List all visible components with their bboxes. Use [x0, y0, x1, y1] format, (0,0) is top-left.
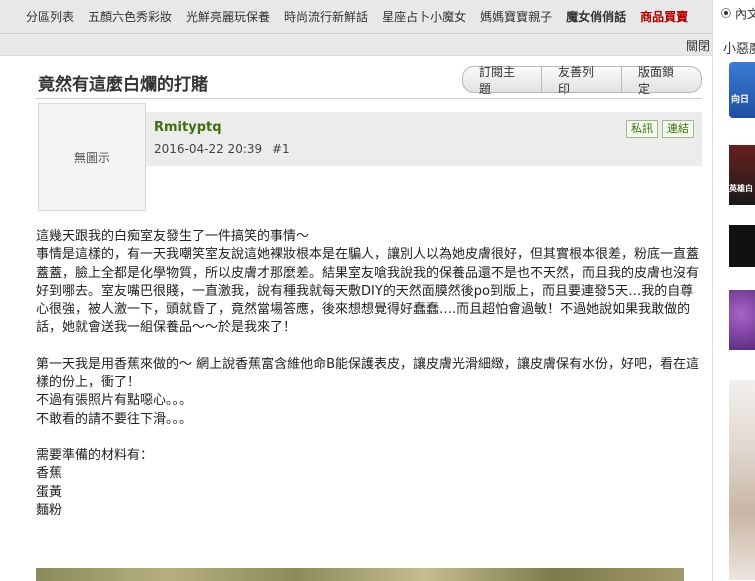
close-bar: 關閉 — [0, 34, 712, 56]
sidebar-header: 小惡魔 — [723, 42, 755, 57]
nav-item-astrology[interactable]: 星座占卜小魔女 — [382, 8, 466, 25]
post-meta: 2016-04-22 20:39 #1 — [154, 142, 296, 156]
post-floor: #1 — [271, 142, 290, 156]
subscribe-button[interactable]: 訂閱主題 — [462, 65, 542, 96]
ad-banner[interactable] — [729, 380, 755, 580]
nav-item-gossip[interactable]: 魔女俏俏話 — [566, 8, 626, 25]
category-nav: 分區列表 五顏六色秀彩妝 光鮮亮麗玩保養 時尚流行新鮮話 星座占卜小魔女 媽媽寶… — [0, 0, 712, 34]
post-paragraph: 第一天我是用香蕉來做的～ 網上說香蕉富含維他命B能保護表皮，讓皮膚光滑細緻，讓皮… — [36, 356, 700, 391]
avatar: 無圖示 — [38, 103, 146, 211]
topic-actions: 訂閱主題 友善列印 版面鎖定 — [462, 65, 702, 96]
post-paragraph: 麵粉 — [36, 502, 63, 518]
print-button[interactable]: 友善列印 — [542, 65, 622, 96]
post-container: 竟然有這麼白爛的打賭 訂閱主題 友善列印 版面鎖定 無圖示 Rmityptq 2… — [26, 56, 712, 581]
nav-item-sections[interactable]: 分區列表 — [26, 8, 74, 25]
post-paragraph: 香蕉 — [36, 466, 63, 482]
ad-banner[interactable]: 英雄白 — [729, 145, 755, 205]
nav-item-parenting[interactable]: 媽媽寶寶親子 — [480, 8, 552, 25]
ad-banner[interactable] — [729, 225, 755, 267]
post-date: 2016-04-22 20:39 — [154, 142, 263, 156]
nav-item-fashion[interactable]: 時尚流行新鮮話 — [284, 8, 368, 25]
permalink-button[interactable]: 連結 — [662, 120, 694, 138]
post-paragraph: 事情是這樣的，有一天我嘲笑室友說這她裸妝根本是在騙人，讓別人以為她皮膚很好，但其… — [36, 247, 700, 336]
right-sidebar: 內文 小惡魔 向日 英雄白 — [712, 0, 755, 581]
ad-label: 英雄白 — [729, 184, 753, 193]
avatar-placeholder-text: 無圖示 — [73, 150, 110, 165]
private-message-button[interactable]: 私訊 — [626, 120, 658, 138]
post-paragraph: 這幾天跟我的白痴室友發生了一件搞笑的事情～ — [36, 229, 310, 244]
post-paragraph: 不過有張照片有點噁心。。。 — [36, 393, 193, 409]
ad-label: 向日 — [731, 95, 750, 105]
author-name[interactable]: Rmityptq — [154, 120, 222, 135]
ad-banner[interactable] — [729, 290, 755, 350]
post-photo — [36, 568, 684, 581]
nav-item-marketplace[interactable]: 商品買賣 — [640, 8, 688, 25]
radio-button[interactable] — [721, 8, 731, 18]
nav-item-makeup[interactable]: 五顏六色秀彩妝 — [88, 8, 172, 25]
title-divider — [36, 98, 702, 99]
author-bar: Rmityptq 2016-04-22 20:39 #1 私訊 連結 — [146, 112, 702, 166]
post-paragraph: 蛋黃 — [36, 484, 63, 500]
post-paragraph: 需要準備的材料有： — [36, 447, 154, 463]
ad-banner[interactable]: 向日 — [729, 62, 755, 118]
nav-item-skincare[interactable]: 光鮮亮麗玩保養 — [186, 8, 270, 25]
author-actions: 私訊 連結 — [626, 120, 694, 138]
lock-layout-button[interactable]: 版面鎖定 — [622, 65, 702, 96]
post-content: 這幾天跟我的白痴室友發生了一件搞笑的事情～ 事情是這樣的，有一天我嘲笑室友說這她… — [36, 228, 706, 520]
title-row: 竟然有這麼白爛的打賭 訂閱主題 友善列印 版面鎖定 — [36, 60, 702, 98]
radio-label: 內文 — [735, 7, 755, 21]
post-paragraph: 不敢看的請不要往下滑。。。 — [36, 411, 193, 427]
close-link[interactable]: 關閉 — [686, 37, 710, 54]
post-title: 竟然有這麼白爛的打賭 — [38, 75, 208, 95]
